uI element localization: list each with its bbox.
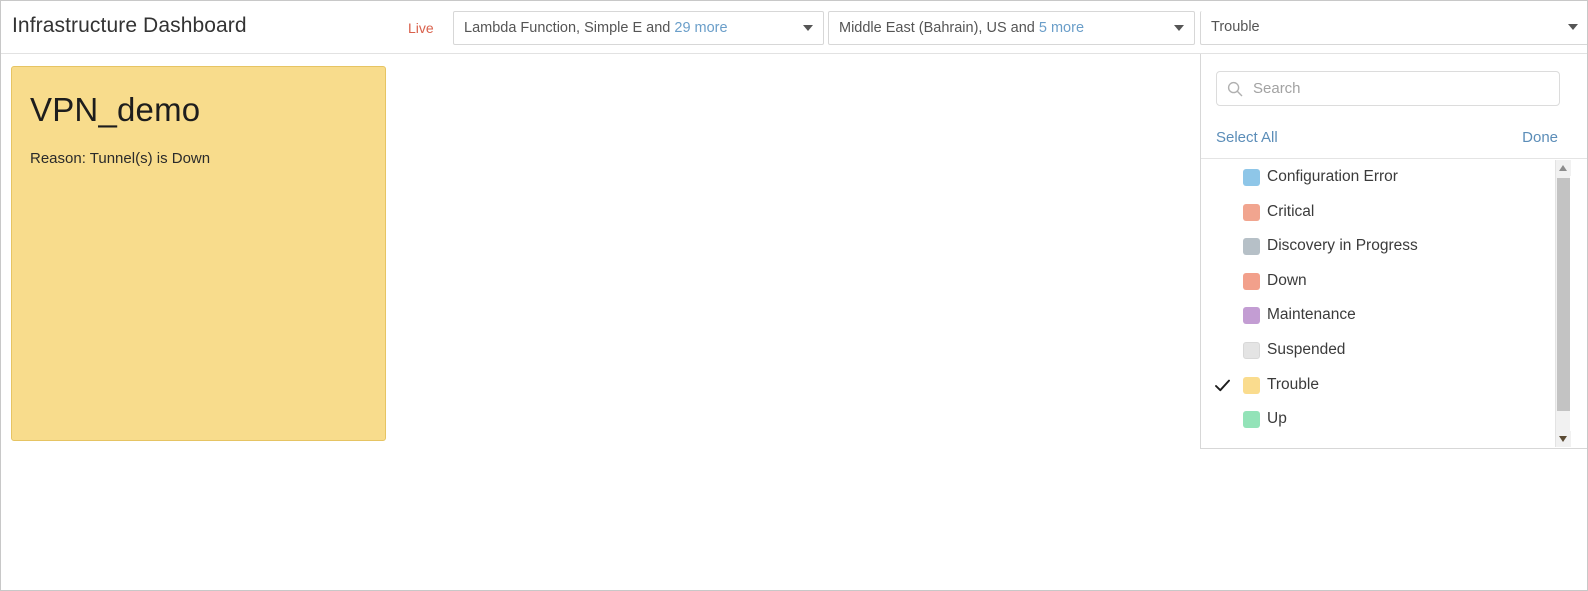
scrollbar-thumb[interactable] (1557, 178, 1570, 411)
card-reason: Reason: Tunnel(s) is Down (30, 149, 211, 167)
status-option-label: Trouble (1267, 375, 1319, 393)
page-title: Infrastructure Dashboard (12, 14, 247, 37)
region-filter-text: Middle East (Bahrain), US and (839, 20, 1039, 36)
region-filter-value: Middle East (Bahrain), US and 5 more (839, 12, 1084, 44)
status-color-swatch (1243, 341, 1260, 359)
card-title: VPN_demo (30, 91, 201, 128)
status-filter-dropdown: Select All Done Configuration Error Criti… (1200, 54, 1587, 449)
resource-filter-more-link[interactable]: 29 more (674, 20, 727, 36)
search-input[interactable] (1251, 72, 1551, 105)
app-header: Infrastructure Dashboard Live Lambda Fun… (1, 1, 1587, 54)
check-icon (1214, 377, 1231, 394)
done-button[interactable]: Done (1522, 129, 1558, 146)
dropdown-scrollbar[interactable] (1555, 160, 1571, 447)
status-color-swatch (1243, 238, 1260, 256)
status-color-swatch (1243, 203, 1260, 221)
resource-filter-value: Lambda Function, Simple E and 29 more (464, 12, 728, 44)
status-color-swatch (1243, 411, 1260, 429)
region-filter-select[interactable]: Middle East (Bahrain), US and 5 more (828, 11, 1195, 45)
status-option-label: Up (1267, 410, 1287, 428)
status-option-down[interactable]: Down (1201, 264, 1587, 299)
status-option-label: Discovery in Progress (1267, 237, 1418, 255)
status-card-vpn-demo[interactable]: VPN_demo Reason: Tunnel(s) is Down (11, 66, 386, 441)
live-status-badge: Live (408, 20, 434, 36)
scroll-down-arrow-icon[interactable] (1556, 431, 1571, 447)
status-color-swatch (1243, 307, 1260, 325)
status-option-label: Critical (1267, 202, 1315, 220)
search-field-wrapper[interactable] (1216, 71, 1560, 106)
dashboard-app: Infrastructure Dashboard Live Lambda Fun… (0, 0, 1588, 591)
region-filter-more-link[interactable]: 5 more (1039, 20, 1084, 36)
chevron-down-icon[interactable] (1174, 25, 1184, 31)
status-color-swatch (1243, 169, 1260, 186)
status-filter-select[interactable]: Trouble (1200, 11, 1587, 45)
chevron-down-icon[interactable] (1568, 24, 1578, 30)
resource-filter-select[interactable]: Lambda Function, Simple E and 29 more (453, 11, 824, 45)
status-option-discovery-in-progress[interactable]: Discovery in Progress (1201, 229, 1587, 264)
status-option-label: Suspended (1267, 340, 1346, 358)
status-option-suspended[interactable]: Suspended (1201, 333, 1587, 368)
status-option-critical[interactable]: Critical (1201, 195, 1587, 230)
search-icon (1227, 81, 1243, 97)
status-option-list[interactable]: Configuration Error Critical Discovery in … (1201, 160, 1587, 447)
status-color-swatch (1243, 376, 1260, 394)
status-option-maintenance[interactable]: Maintenance (1201, 298, 1587, 333)
status-option-configuration-error[interactable]: Configuration Error (1201, 160, 1587, 195)
status-option-label: Maintenance (1267, 306, 1356, 324)
dropdown-action-row: Select All Done (1201, 119, 1587, 159)
chevron-down-icon[interactable] (803, 25, 813, 31)
status-option-label: Configuration Error (1267, 168, 1398, 185)
resource-filter-text: Lambda Function, Simple E and (464, 20, 675, 36)
status-color-swatch (1243, 272, 1260, 290)
status-option-up[interactable]: Up (1201, 402, 1587, 437)
scroll-up-arrow-icon[interactable] (1556, 160, 1571, 176)
status-option-trouble[interactable]: Trouble (1201, 368, 1587, 403)
status-option-label: Down (1267, 271, 1307, 289)
status-filter-value: Trouble (1211, 19, 1260, 35)
select-all-button[interactable]: Select All (1216, 129, 1278, 146)
